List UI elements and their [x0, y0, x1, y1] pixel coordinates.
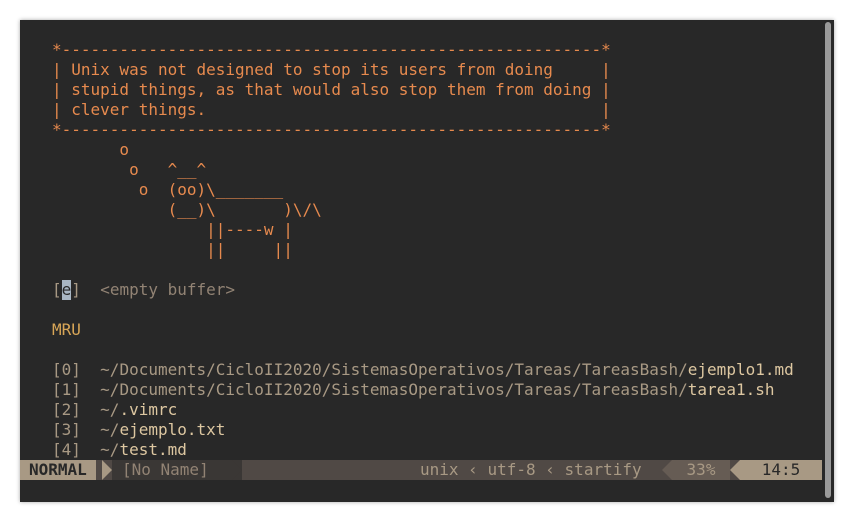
cursor-position: 14:5 [740, 460, 822, 480]
cowsay-line-6: || || [52, 240, 293, 259]
info-separator: ‹ [468, 460, 478, 479]
scroll-percent: 33% [672, 460, 730, 480]
mru-title: MRU [52, 320, 81, 339]
mru-item[interactable]: [2] ~/.vimrc [52, 400, 177, 420]
filename-label: [No Name] [112, 460, 242, 480]
mru-dir: ~/Documents/CicloII2020/SistemasOperativ… [100, 380, 688, 399]
mru-file: tarea1.sh [687, 380, 775, 399]
mru-file: test.md [119, 440, 187, 459]
filename-separator [232, 460, 242, 480]
mru-item[interactable]: [1] ~/Documents/CicloII2020/SistemasOper… [52, 380, 774, 400]
mru-index: [1] [52, 380, 81, 399]
position-separator [730, 460, 740, 480]
fortune-line-2: | stupid things, as that would also stop… [52, 80, 611, 99]
scrollbar[interactable] [825, 22, 831, 498]
mru-item[interactable]: [3] ~/ejemplo.txt [52, 420, 225, 440]
terminal-window: *---------------------------------------… [20, 20, 834, 502]
empty-buffer-bracket-open: [ [52, 280, 62, 299]
file-type: startify [564, 460, 642, 479]
percent-separator [662, 460, 672, 480]
statusline: NORMAL [No Name] unix ‹ utf-8 ‹ startify… [20, 460, 822, 480]
fortune-line-1: | Unix was not designed to stop its user… [52, 60, 611, 79]
mru-file: .vimrc [119, 400, 178, 419]
empty-buffer-bracket-close: ] [71, 280, 81, 299]
mru-dir: ~/ [100, 420, 120, 439]
fortune-line-3: | clever things. | [52, 100, 611, 119]
cowsay-line-4: (__)\ )\/\ [52, 200, 322, 219]
mru-dir: ~/Documents/CicloII2020/SistemasOperativ… [100, 360, 688, 379]
file-encoding: utf-8 [487, 460, 536, 479]
file-info: unix ‹ utf-8 ‹ startify [420, 460, 642, 480]
cursor[interactable]: e [61, 280, 72, 300]
mru-file: ejemplo.txt [119, 420, 226, 439]
mru-index: [3] [52, 420, 81, 439]
cowsay-line-5: ||----w | [52, 220, 293, 239]
fortune-border-bottom: *---------------------------------------… [52, 120, 611, 139]
mru-dir: ~/ [100, 440, 120, 459]
file-format: unix [420, 460, 459, 479]
mode-separator [102, 460, 112, 480]
mru-index: [0] [52, 360, 81, 379]
mru-index: [4] [52, 440, 81, 459]
mode-indicator: NORMAL [20, 460, 96, 480]
empty-buffer-entry[interactable]: [e] <empty buffer> [52, 280, 235, 300]
mru-item[interactable]: [4] ~/test.md [52, 440, 187, 460]
empty-buffer-label: <empty buffer> [100, 280, 236, 299]
mru-index: [2] [52, 400, 81, 419]
cowsay-line-3: o (oo)\_______ [52, 180, 284, 199]
fortune-border-top: *---------------------------------------… [52, 40, 611, 59]
cowsay-line-1: o [52, 140, 130, 159]
mru-dir: ~/ [100, 400, 120, 419]
info-separator: ‹ [545, 460, 555, 479]
mru-item[interactable]: [0] ~/Documents/CicloII2020/SistemasOper… [52, 360, 794, 380]
mru-file: ejemplo1.md [687, 360, 794, 379]
cowsay-line-2: o ^__^ [52, 160, 207, 179]
